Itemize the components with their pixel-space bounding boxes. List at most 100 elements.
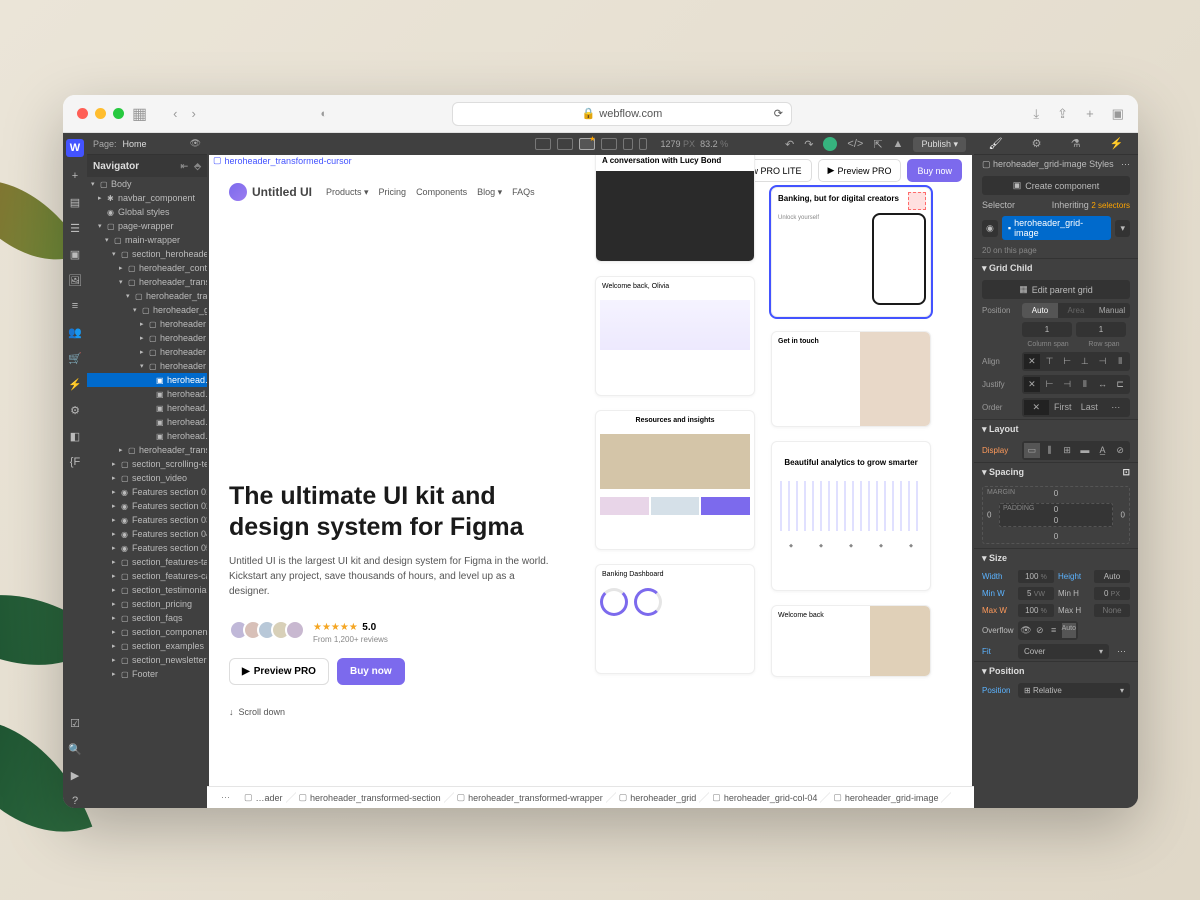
tree-item[interactable]: ▸▢section_faqs: [87, 611, 207, 625]
grid-card[interactable]: Welcome back: [771, 605, 931, 677]
maxh-input[interactable]: None: [1094, 604, 1130, 617]
tree-item[interactable]: ▸▢section_examples: [87, 639, 207, 653]
interactions-icon[interactable]: ⚗: [1071, 137, 1081, 150]
grid-card[interactable]: Get in touch: [771, 331, 931, 427]
tree-item[interactable]: ▾▢heroheader…: [87, 359, 207, 373]
tree-item[interactable]: ▣herohead…: [87, 429, 207, 443]
settings-icon[interactable]: ⚙: [68, 403, 82, 417]
tree-item[interactable]: ▸▢Footer: [87, 667, 207, 681]
reload-icon[interactable]: ⟳: [774, 107, 783, 120]
video-icon[interactable]: ▶: [68, 768, 82, 782]
device-desktop-icon[interactable]: ★: [579, 138, 595, 150]
grid-card[interactable]: A conversation with Lucy Bond: [595, 155, 755, 262]
tree-item[interactable]: ▾▢heroheader_gr…: [87, 303, 207, 317]
tree-item[interactable]: ▸◉Features section 01: [87, 485, 207, 499]
brush-icon[interactable]: 🖌: [989, 137, 1003, 150]
order-buttons[interactable]: ✕FirstLast⋯: [1022, 398, 1130, 417]
breadcrumb-item[interactable]: ▢ heroheader_transformed-wrapper: [449, 789, 611, 806]
nav-link[interactable]: Blog ▾: [477, 187, 502, 198]
tree-item[interactable]: ▸▢section_features-car…: [87, 569, 207, 583]
forward-icon[interactable]: ›: [191, 106, 195, 121]
search-icon[interactable]: 🔍: [68, 742, 82, 756]
grid-card[interactable]: Resources and insights: [595, 410, 755, 550]
tree-item[interactable]: ▾▢page-wrapper: [87, 219, 207, 233]
export-icon[interactable]: ⇱: [873, 138, 882, 151]
tree-item[interactable]: ▸▢section_pricing: [87, 597, 207, 611]
publish-button[interactable]: Publish ▾: [913, 137, 966, 152]
tree-item[interactable]: ▾▢main-wrapper: [87, 233, 207, 247]
preview-icon[interactable]: ▲: [893, 138, 904, 150]
grid-card[interactable]: Banking Dashboard: [595, 564, 755, 674]
device-mobile-l-icon[interactable]: [623, 138, 633, 150]
nav-link[interactable]: Products ▾: [326, 187, 369, 198]
tree-item[interactable]: ◉Global styles: [87, 205, 207, 219]
tree-item[interactable]: ▸▢section_video: [87, 471, 207, 485]
eye-icon[interactable]: 👁: [190, 138, 201, 149]
navigator-tree[interactable]: ▾▢Body▸✱navbar_component◉Global styles▾▢…: [87, 177, 207, 808]
tree-item[interactable]: ▸◉Features section 03: [87, 513, 207, 527]
add-element-icon[interactable]: +: [68, 169, 82, 183]
tree-item[interactable]: ▸▢section_components: [87, 625, 207, 639]
audit-icon[interactable]: ☑: [68, 716, 82, 730]
shield-icon[interactable]: ◐: [321, 108, 328, 120]
tree-item[interactable]: ▾▢Body: [87, 177, 207, 191]
tree-item[interactable]: ▸▢heroheader…: [87, 317, 207, 331]
logic-icon[interactable]: ⚡: [68, 377, 82, 391]
code-icon[interactable]: </>: [847, 138, 863, 150]
chevron-down-icon[interactable]: ▾: [1115, 220, 1130, 237]
row-span-input[interactable]: 1: [1076, 322, 1126, 337]
minw-input[interactable]: 5 VW: [1018, 587, 1054, 600]
edit-parent-grid-button[interactable]: ▦ Edit parent grid: [982, 280, 1130, 299]
device-tablet-icon[interactable]: [601, 138, 617, 150]
effects-icon[interactable]: ⚡: [1110, 137, 1124, 150]
height-input[interactable]: Auto: [1094, 570, 1130, 583]
class-chip[interactable]: ▪ heroheader_grid-image: [1002, 216, 1112, 240]
pin-icon[interactable]: ⬘: [194, 161, 201, 172]
tree-item[interactable]: ▸◉Features section 04: [87, 527, 207, 541]
grid-card-selected[interactable]: ▢ heroheader_grid-image ⚙ Banking, but f…: [771, 187, 931, 317]
ecommerce-icon[interactable]: 🛒: [68, 351, 82, 365]
tree-item[interactable]: ▾▢heroheader_transfo…: [87, 275, 207, 289]
device-xl-icon[interactable]: [535, 138, 551, 150]
tree-item[interactable]: ▸▢section_newsletter: [87, 653, 207, 667]
nav-link[interactable]: Pricing: [379, 187, 407, 198]
site-logo[interactable]: Untitled UI: [229, 183, 312, 201]
breadcrumb-item[interactable]: ▢ heroheader_grid-image: [825, 789, 946, 806]
position-dropdown[interactable]: ⊞ Relative▾: [1018, 683, 1130, 698]
cms-icon[interactable]: ≡: [68, 299, 82, 313]
device-mobile-icon[interactable]: [639, 138, 647, 150]
url-bar[interactable]: 🔒 webflow.com ⟳: [452, 102, 792, 126]
tree-item[interactable]: ▸✱navbar_component: [87, 191, 207, 205]
justify-buttons[interactable]: ✕⊢⊣⫴↔⊏: [1022, 375, 1130, 394]
breadcrumb-item[interactable]: ▢ heroheader_grid-col-04: [704, 789, 825, 806]
nav-link[interactable]: FAQs: [512, 187, 535, 198]
more-icon[interactable]: ⋯: [1121, 159, 1130, 170]
crumb-more-icon[interactable]: ⋯: [215, 792, 236, 803]
fit-dropdown[interactable]: Cover▾: [1018, 644, 1109, 659]
fit-more-icon[interactable]: ⋯: [1113, 644, 1130, 659]
minh-input[interactable]: 0 PX: [1094, 587, 1130, 600]
tree-item[interactable]: ▾▢section_heroheader: [87, 247, 207, 261]
design-canvas[interactable]: ▢ heroheader_transformed-cursor ▶ Previe…: [209, 155, 972, 786]
tree-item[interactable]: ▸◉Features section 05: [87, 541, 207, 555]
tree-item[interactable]: ▸▢heroheader…: [87, 331, 207, 345]
redo-icon[interactable]: ↷: [804, 138, 813, 151]
webflow-logo-icon[interactable]: W: [66, 139, 84, 157]
apps-icon[interactable]: ◧: [68, 429, 82, 443]
back-icon[interactable]: ‹: [173, 106, 177, 121]
tree-item[interactable]: ▸▢section_features-tab…: [87, 555, 207, 569]
grid-card[interactable]: Beautiful analytics to grow smarter◆◆◆◆◆: [771, 441, 931, 591]
spacing-expand-icon[interactable]: ⊡: [1122, 467, 1130, 478]
variables-icon[interactable]: {F: [68, 455, 82, 469]
tree-item[interactable]: ▸◉Features section 02: [87, 499, 207, 513]
spacing-editor[interactable]: MARGIN 0 0 0 0 PADDING 0 0: [982, 486, 1130, 544]
position-segmented[interactable]: Auto Area Manual: [1022, 303, 1130, 318]
selector-target-icon[interactable]: ◉: [982, 220, 998, 237]
breadcrumb-item[interactable]: ▢ heroheader_grid: [611, 789, 705, 806]
tree-item[interactable]: ▸▢heroheader…: [87, 345, 207, 359]
width-input[interactable]: 100 %: [1018, 570, 1054, 583]
navigator-icon[interactable]: ☰: [68, 221, 82, 235]
maximize-window-icon[interactable]: [113, 108, 124, 119]
components-icon[interactable]: ▣: [68, 247, 82, 261]
undo-icon[interactable]: ↶: [785, 138, 794, 151]
